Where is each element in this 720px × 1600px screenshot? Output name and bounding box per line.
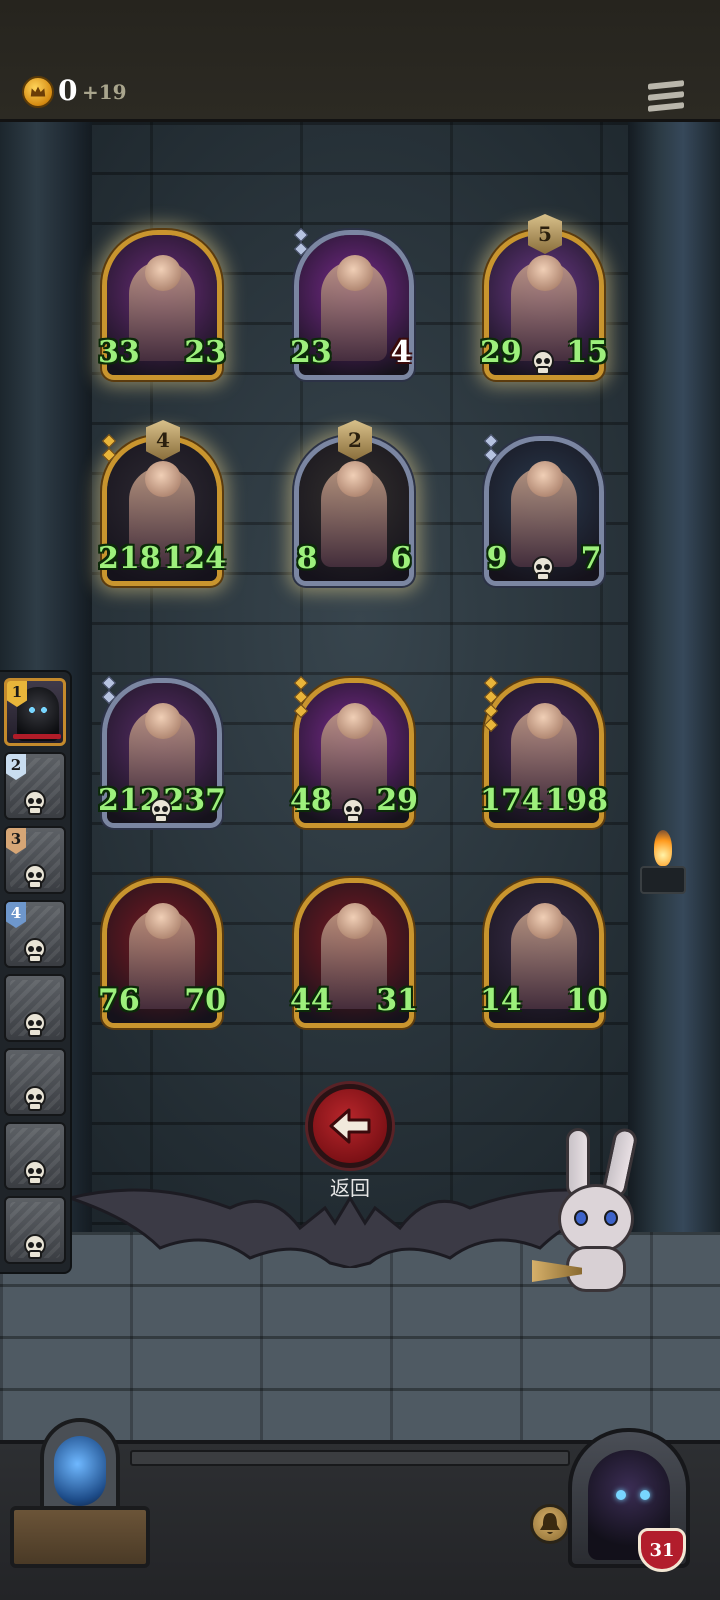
card-skeleton-fiddler[interactable]: 4 218 124 — [98, 420, 226, 596]
attack-stat: 44 — [290, 983, 332, 1022]
health-stat: 70 — [184, 983, 226, 1022]
gem-icon — [483, 675, 499, 734]
card-ghost-summoner[interactable]: 76 70 — [98, 878, 226, 1038]
health-stat: 7 — [569, 537, 619, 587]
health-stat: 29 — [375, 779, 425, 829]
roster-slot[interactable]: 3 — [4, 826, 66, 894]
gold-value: 0 — [58, 74, 78, 107]
health-stat: 15 — [566, 335, 608, 374]
health-stat: 31 — [376, 983, 418, 1022]
attack-stat: 174 — [480, 783, 543, 822]
health-stat: 23 — [184, 335, 226, 374]
attack-stat: 48 — [290, 783, 332, 822]
card-zeppelin[interactable]: 174 198 — [480, 675, 608, 838]
skull-icon — [22, 938, 48, 964]
attack-stat: 218 — [98, 541, 161, 580]
skull-icon — [22, 790, 48, 816]
skull-icon — [22, 1012, 48, 1038]
card-barbarian[interactable]: 97 — [480, 433, 619, 596]
roster-slot[interactable]: 1 — [4, 678, 66, 746]
health-stat: 4 — [382, 334, 422, 374]
health-stat: 198 — [545, 783, 608, 822]
gem-icon — [293, 227, 309, 258]
hp-bar — [13, 734, 61, 739]
skull-icon — [340, 798, 366, 824]
gem-icon — [101, 433, 117, 464]
card-harlequin[interactable]: 212 237 — [98, 675, 226, 838]
opponent-roster: 1234 — [0, 670, 72, 1274]
bunny-mascot[interactable] — [532, 1126, 662, 1298]
orb-chest-icon[interactable] — [10, 1418, 150, 1572]
attack-stat: 33 — [98, 335, 140, 374]
roster-slot[interactable] — [4, 1048, 66, 1116]
health-stat: 6 — [382, 540, 422, 580]
roster-slot[interactable]: 4 — [4, 900, 66, 968]
roster-slot[interactable]: 2 — [4, 752, 66, 820]
card-old-dwarf[interactable]: 5 29 15 — [480, 214, 608, 390]
back-label: 返回 — [330, 1176, 370, 1200]
bell-icon[interactable] — [530, 1504, 570, 1544]
gem-icon — [101, 675, 117, 706]
top-bar: 0 +19 — [0, 0, 720, 122]
health-stat: 10 — [566, 983, 608, 1022]
attack-stat: 8 — [288, 540, 328, 580]
roster-slot[interactable] — [4, 1122, 66, 1190]
skull-icon — [22, 1160, 48, 1186]
attack-stat: 76 — [98, 983, 140, 1022]
card-ribbon-girl-gold[interactable]: 48 29 — [290, 675, 425, 838]
roster-slot[interactable] — [4, 1196, 66, 1264]
attack-stat: 14 — [480, 983, 522, 1022]
attack-stat: 29 — [480, 335, 522, 374]
skull-icon — [530, 556, 556, 582]
torch-icon — [640, 830, 686, 894]
skull-icon — [22, 1234, 48, 1260]
attack-stat: 9 — [478, 540, 518, 580]
gold-income: +19 — [82, 80, 127, 104]
card-ribbon-girl[interactable]: 23 4 — [290, 227, 422, 390]
card-clown[interactable]: 14 10 — [480, 878, 608, 1038]
card-swashbuckler[interactable]: 33 23 — [98, 230, 226, 390]
skull-icon — [22, 864, 48, 890]
attack-stat: 23 — [290, 335, 332, 374]
card-ghost-summoner-2[interactable]: 44 31 — [290, 878, 418, 1038]
skull-icon — [530, 350, 556, 376]
bottom-rail — [130, 1450, 570, 1466]
back-button[interactable] — [308, 1084, 392, 1168]
skull-icon — [22, 1086, 48, 1112]
gem-icon — [293, 675, 309, 720]
skull-icon — [148, 798, 174, 824]
card-shield-knight[interactable]: 286 — [290, 420, 422, 596]
menu-icon[interactable] — [648, 80, 684, 116]
right-pillar — [628, 122, 720, 1252]
gem-icon — [483, 433, 499, 464]
roster-slot[interactable] — [4, 974, 66, 1042]
crown-coin-icon — [22, 76, 54, 108]
health-stat: 124 — [163, 541, 226, 580]
arrow-left-icon — [329, 1108, 371, 1144]
